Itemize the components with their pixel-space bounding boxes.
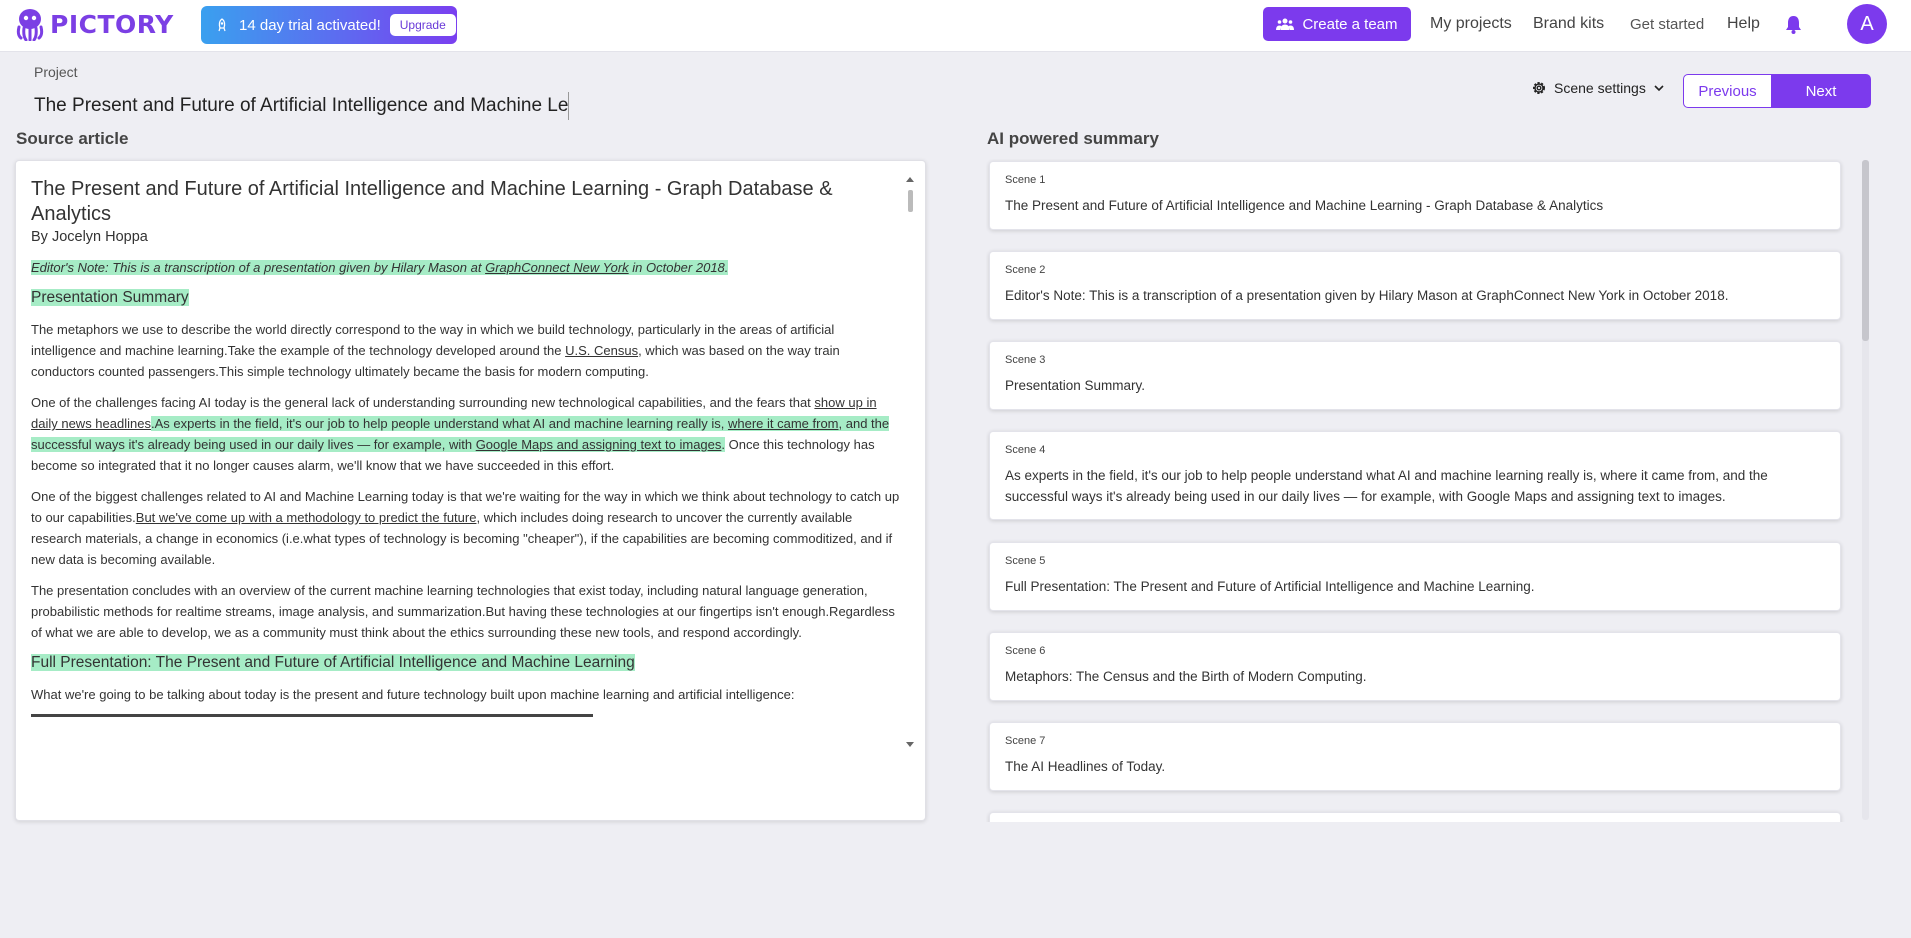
scene-card-3[interactable]: Scene 3 Presentation Summary. bbox=[989, 341, 1841, 410]
scene-text[interactable]: The AI Headlines of Today. bbox=[1005, 756, 1825, 777]
scene-card-7[interactable]: Scene 7 The AI Headlines of Today. bbox=[989, 722, 1841, 791]
source-article-heading: Source article bbox=[16, 129, 129, 148]
methodology-link[interactable]: But we've come up with a methodology to … bbox=[136, 510, 477, 525]
nav-get-started[interactable]: Get started bbox=[1630, 16, 1704, 33]
create-team-button[interactable]: Create a team bbox=[1263, 7, 1411, 41]
scene-card-5[interactable]: Scene 5 Full Presentation: The Present a… bbox=[989, 542, 1841, 611]
scene-text[interactable]: Full Presentation: The Present and Futur… bbox=[1005, 576, 1825, 597]
upgrade-button[interactable]: Upgrade bbox=[389, 14, 456, 36]
avatar[interactable]: A bbox=[1847, 4, 1887, 44]
trial-text: 14 day trial activated! bbox=[239, 16, 381, 34]
article-author: By Jocelyn Hoppa bbox=[31, 229, 148, 245]
nav-brand-kits[interactable]: Brand kits bbox=[1533, 15, 1604, 33]
logo[interactable]: PICTORY bbox=[14, 7, 174, 41]
presentation-summary-heading[interactable]: Presentation Summary bbox=[31, 287, 901, 309]
gear-icon bbox=[1533, 82, 1545, 94]
scene-card-2[interactable]: Scene 2 Editor's Note: This is a transcr… bbox=[989, 251, 1841, 320]
scene-text[interactable]: Metaphors: The Census and the Birth of M… bbox=[1005, 666, 1825, 687]
nav-help[interactable]: Help bbox=[1727, 15, 1760, 33]
source-article-panel[interactable]: The Present and Future of Artificial Int… bbox=[15, 160, 926, 821]
article-paragraph-4[interactable]: The presentation concludes with an overv… bbox=[31, 580, 901, 643]
article-paragraph-2[interactable]: One of the challenges facing AI today is… bbox=[31, 392, 901, 476]
scene-text[interactable]: Editor's Note: This is a transcription o… bbox=[1005, 285, 1825, 306]
scene-settings-dropdown[interactable]: Scene settings bbox=[1531, 80, 1665, 96]
top-bar: PICTORY 14 day trial activated! Upgrade … bbox=[0, 0, 1911, 52]
ai-summary-heading: AI powered summary bbox=[987, 129, 1159, 148]
scene-card-4[interactable]: Scene 4 As experts in the field, it's ou… bbox=[989, 431, 1841, 520]
trial-banner: 14 day trial activated! Upgrade bbox=[201, 6, 457, 44]
nav-my-projects[interactable]: My projects bbox=[1430, 15, 1512, 33]
rocket-icon bbox=[218, 18, 226, 32]
google-maps-link[interactable]: Google Maps and assigning text to images bbox=[476, 437, 722, 452]
article-title: The Present and Future of Artificial Int… bbox=[31, 178, 833, 225]
full-presentation-heading[interactable]: Full Presentation: The Present and Futur… bbox=[31, 652, 901, 674]
scene-text[interactable]: Presentation Summary. bbox=[1005, 375, 1825, 396]
scene-label: Scene 5 bbox=[1005, 555, 1046, 567]
where-it-came-from-link[interactable]: where it came from bbox=[728, 416, 839, 431]
editors-note-text-end: in October 2018. bbox=[628, 260, 729, 275]
scene-label: Scene 4 bbox=[1005, 444, 1046, 456]
summary-scroll-thumb[interactable] bbox=[1862, 160, 1869, 341]
article-image bbox=[31, 714, 593, 717]
us-census-link[interactable]: U.S. Census bbox=[565, 343, 638, 358]
article-scrollbar[interactable] bbox=[905, 177, 915, 747]
project-label: Project bbox=[34, 64, 78, 80]
scene-label: Scene 3 bbox=[1005, 354, 1046, 366]
scene-card-6[interactable]: Scene 6 Metaphors: The Census and the Bi… bbox=[989, 632, 1841, 701]
project-title-input[interactable] bbox=[34, 92, 569, 120]
ai-summary-list: Scene 1 The Present and Future of Artifi… bbox=[986, 159, 1845, 822]
scene-label: Scene 7 bbox=[1005, 735, 1046, 747]
next-button[interactable]: Next bbox=[1771, 74, 1871, 108]
previous-button[interactable]: Previous bbox=[1683, 74, 1772, 108]
article-paragraph-5[interactable]: What we're going to be talking about tod… bbox=[31, 684, 901, 705]
scroll-up-arrow[interactable] bbox=[906, 177, 914, 182]
scene-card-1[interactable]: Scene 1 The Present and Future of Artifi… bbox=[989, 161, 1841, 230]
scene-label: Scene 1 bbox=[1005, 174, 1046, 186]
scene-text[interactable]: As experts in the field, it's our job to… bbox=[1005, 465, 1825, 507]
create-team-label: Create a team bbox=[1302, 15, 1398, 33]
editors-note-text: Editor's Note: This is a transcription o… bbox=[31, 260, 486, 275]
scene-card-partial[interactable] bbox=[989, 812, 1841, 822]
scene-text[interactable]: The Present and Future of Artificial Int… bbox=[1005, 195, 1825, 216]
scene-settings-label: Scene settings bbox=[1554, 80, 1646, 96]
scene-label: Scene 6 bbox=[1005, 645, 1046, 657]
bell-icon[interactable] bbox=[1785, 15, 1802, 34]
article-paragraph-1[interactable]: The metaphors we use to describe the wor… bbox=[31, 319, 901, 382]
brand-name: PICTORY bbox=[50, 9, 174, 39]
scroll-down-arrow[interactable] bbox=[906, 742, 914, 747]
article-paragraph-3[interactable]: One of the biggest challenges related to… bbox=[31, 486, 901, 570]
octopus-logo-icon bbox=[16, 9, 44, 41]
article-content[interactable]: The Present and Future of Artificial Int… bbox=[31, 177, 901, 757]
team-icon bbox=[1276, 18, 1295, 30]
article-scroll-thumb[interactable] bbox=[907, 190, 913, 212]
graphconnect-link[interactable]: GraphConnect New York bbox=[485, 260, 629, 275]
editors-note[interactable]: Editor's Note: This is a transcription o… bbox=[31, 257, 901, 278]
chevron-down-icon bbox=[1654, 85, 1664, 92]
summary-scrollbar[interactable] bbox=[1862, 160, 1869, 820]
scene-label: Scene 2 bbox=[1005, 264, 1046, 276]
